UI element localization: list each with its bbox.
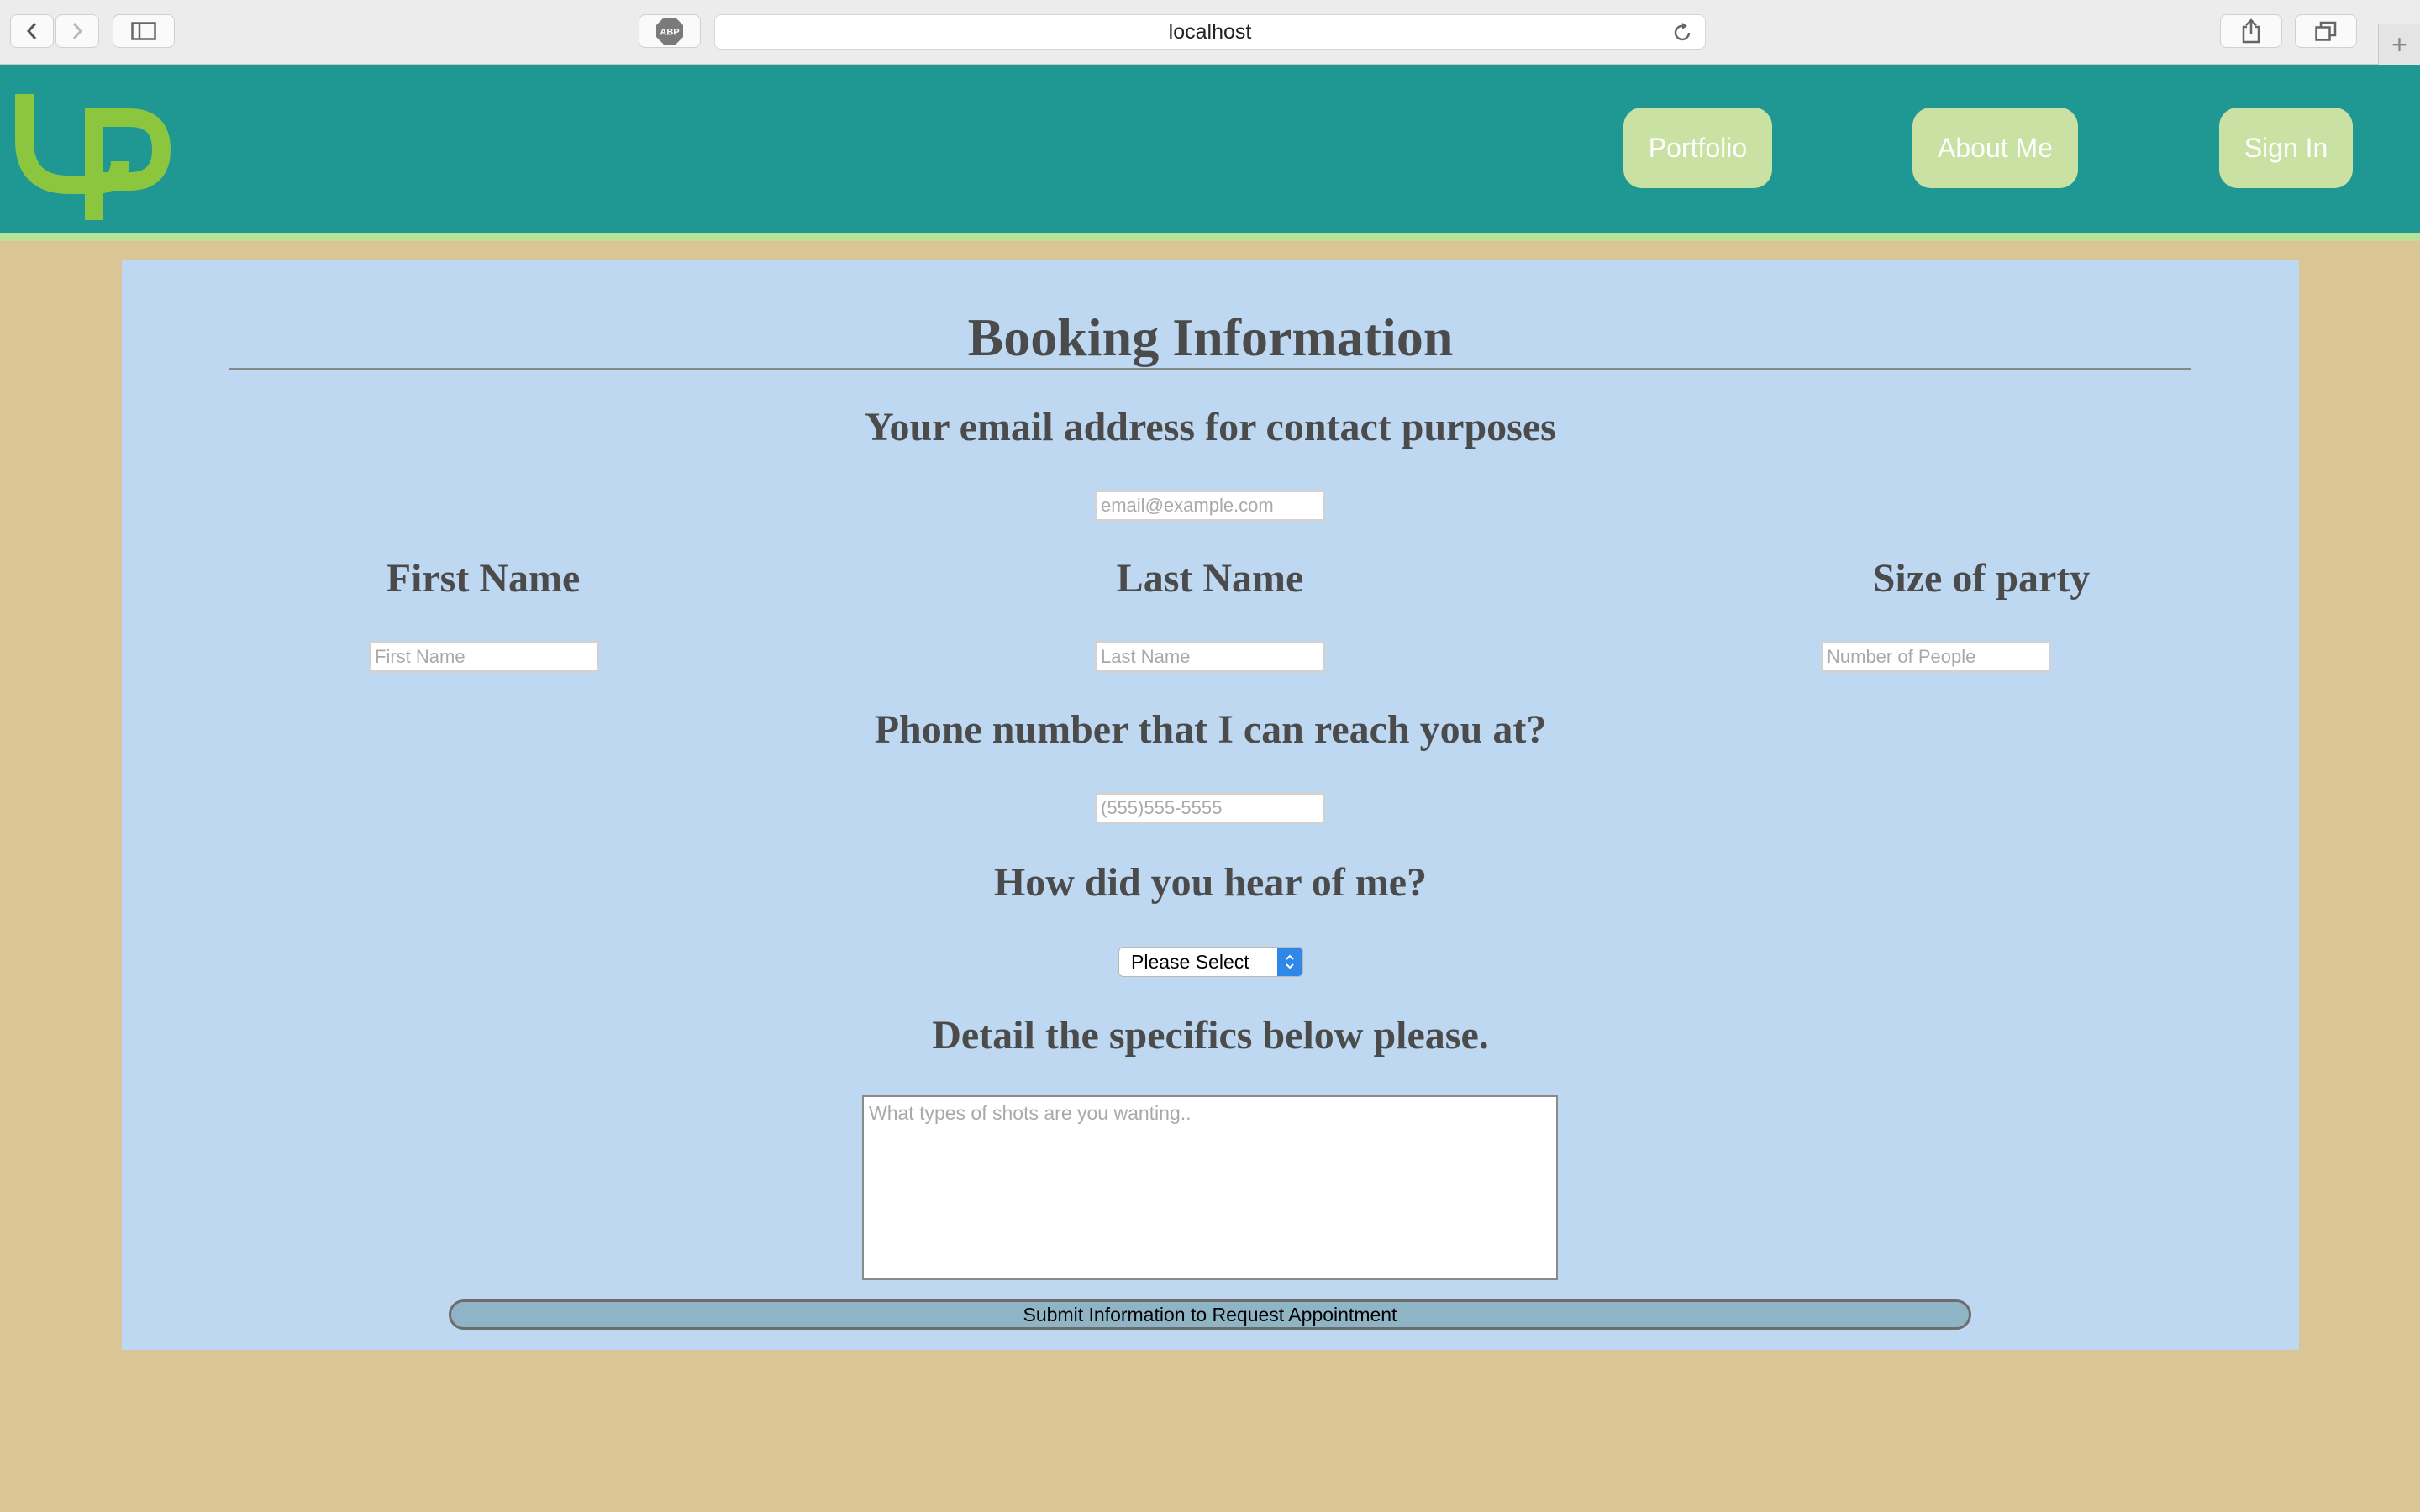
- email-heading: Your email address for contact purposes: [865, 405, 1556, 449]
- forward-button[interactable]: [55, 14, 99, 48]
- phone-field[interactable]: [1095, 792, 1325, 824]
- lp-logo-icon[interactable]: [15, 94, 171, 225]
- site-header: Portfolio About Me Sign In: [0, 65, 2420, 233]
- nav-sign-in-button[interactable]: Sign In: [2219, 108, 2353, 188]
- back-button[interactable]: [10, 14, 54, 48]
- share-button[interactable]: [2220, 14, 2282, 48]
- url-text: localhost: [1168, 19, 1252, 44]
- plus-icon: +: [2391, 29, 2407, 60]
- tabs-overview-button[interactable]: [2295, 14, 2357, 48]
- chevron-left-icon: [26, 23, 37, 39]
- referral-selected-value: Please Select: [1131, 950, 1249, 973]
- adblock-icon: ABP: [656, 18, 683, 45]
- svg-text:ABP: ABP: [660, 28, 679, 38]
- email-field[interactable]: [1095, 490, 1325, 522]
- referral-select[interactable]: Please Select: [1118, 947, 1303, 977]
- address-bar[interactable]: localhost: [714, 14, 1706, 50]
- header-divider: [0, 233, 2420, 241]
- nav-about-me-button[interactable]: About Me: [1912, 108, 2078, 188]
- title-divider: [229, 368, 2191, 370]
- select-arrows-icon: [1277, 948, 1302, 976]
- first-name-heading: First Name: [386, 556, 581, 601]
- new-tab-button[interactable]: +: [2378, 24, 2420, 65]
- sidebar-icon: [131, 22, 156, 40]
- adblock-button[interactable]: ABP: [639, 14, 701, 48]
- first-name-field[interactable]: [369, 641, 599, 673]
- tabs-icon: [2315, 21, 2337, 41]
- party-size-heading: Size of party: [1872, 556, 2091, 601]
- nav-portfolio-button[interactable]: Portfolio: [1623, 108, 1772, 188]
- details-textarea[interactable]: [862, 1095, 1558, 1280]
- sidebar-toggle-button[interactable]: [113, 14, 175, 48]
- submit-button[interactable]: Submit Information to Request Appointmen…: [449, 1299, 1971, 1330]
- booking-panel: Booking Information Your email address f…: [122, 260, 2299, 1350]
- last-name-heading: Last Name: [1116, 556, 1304, 601]
- party-size-field[interactable]: [1821, 641, 2051, 673]
- browser-toolbar: ABP localhost +: [0, 0, 2420, 65]
- page-title: Booking Information: [967, 307, 1454, 367]
- details-heading: Detail the specifics below please.: [932, 1013, 1489, 1058]
- last-name-field[interactable]: [1095, 641, 1325, 673]
- share-icon: [2242, 18, 2260, 44]
- referral-heading: How did you hear of me?: [993, 860, 1428, 905]
- phone-heading: Phone number that I can reach you at?: [874, 707, 1547, 752]
- reload-icon[interactable]: [1673, 22, 1693, 44]
- chevron-right-icon: [72, 23, 83, 39]
